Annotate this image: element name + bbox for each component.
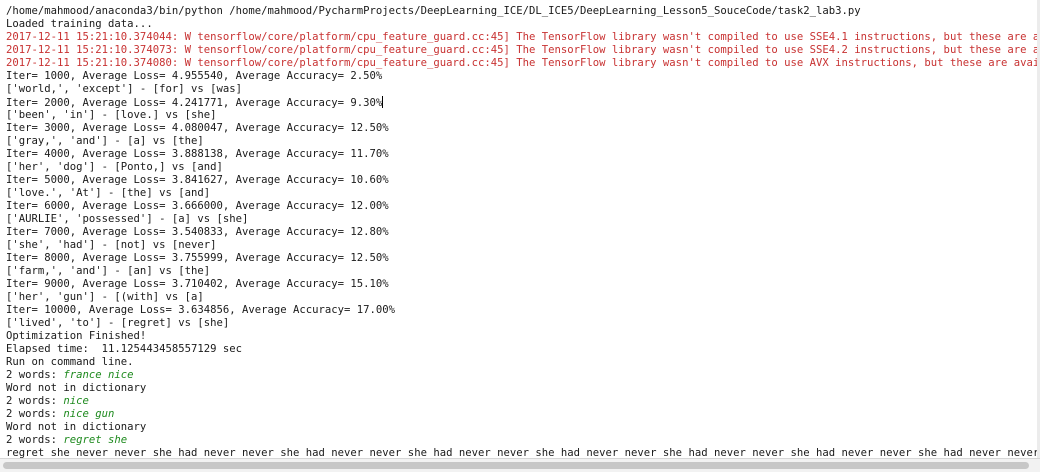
user-input-text: nice: [63, 395, 89, 407]
console-prompt-line: 2 words: regret she: [6, 434, 1040, 447]
console-line-text: ['AURLIE', 'possessed'] - [a] vs [she]: [6, 213, 249, 225]
console-line-text: ['her', 'dog'] - [Ponto,] vs [and]: [6, 161, 223, 173]
console-line: Loaded training data...: [6, 18, 1040, 31]
console-prompt-line: 2 words: nice: [6, 395, 1040, 408]
console-line-text: ['been', 'in'] - [love.] vs [she]: [6, 109, 217, 121]
user-input-text: nice gun: [63, 408, 115, 420]
console-line: ['farm,', 'and'] - [an] vs [the]: [6, 265, 1040, 278]
console-prompt-text: 2 words:: [6, 434, 64, 446]
console-line: ['her', 'dog'] - [Ponto,] vs [and]: [6, 161, 1040, 174]
console-line-text: 2017-12-11 15:21:10.374080: W tensorflow…: [6, 57, 1040, 69]
console-line: ['her', 'gun'] - [(with] vs [a]: [6, 291, 1040, 304]
console-prompt-text: 2 words:: [6, 408, 64, 420]
console-line: Iter= 1000, Average Loss= 4.955540, Aver…: [6, 70, 1040, 83]
console-text-area[interactable]: /home/mahmood/anaconda3/bin/python /home…: [6, 5, 1040, 472]
console-line-text: Iter= 6000, Average Loss= 3.666000, Aver…: [6, 200, 389, 212]
user-input-text: regret she: [63, 434, 128, 446]
console-line: ['lived', 'to'] - [regret] vs [she]: [6, 317, 1040, 330]
console-line: ['been', 'in'] - [love.] vs [she]: [6, 109, 1040, 122]
console-line-text: Iter= 3000, Average Loss= 4.080047, Aver…: [6, 122, 389, 134]
horizontal-scrollbar-thumb[interactable]: [3, 462, 1029, 469]
console-line-text: Iter= 9000, Average Loss= 3.710402, Aver…: [6, 278, 389, 290]
console-line: Optimization Finished!: [6, 330, 1040, 343]
console-line: ['love.', 'At'] - [the] vs [and]: [6, 187, 1040, 200]
console-line: Iter= 5000, Average Loss= 3.841627, Aver…: [6, 174, 1040, 187]
console-line-text: 2017-12-11 15:21:10.374044: W tensorflow…: [6, 31, 1040, 43]
console-line-text: Optimization Finished!: [6, 330, 147, 342]
console-line: ['world,', 'except'] - [for] vs [was]: [6, 83, 1040, 96]
console-prompt-text: 2 words:: [6, 395, 64, 407]
horizontal-scrollbar[interactable]: [0, 458, 1040, 472]
console-line: Iter= 6000, Average Loss= 3.666000, Aver…: [6, 200, 1040, 213]
console-line: Iter= 3000, Average Loss= 4.080047, Aver…: [6, 122, 1040, 135]
console-line-text: Loaded training data...: [6, 18, 153, 30]
user-input-text: france nice: [63, 369, 134, 381]
console-warning-line: 2017-12-11 15:21:10.374044: W tensorflow…: [6, 31, 1040, 44]
console-line-text: Iter= 8000, Average Loss= 3.755999, Aver…: [6, 252, 389, 264]
console-line: Word not in dictionary: [6, 382, 1040, 395]
console-line-text: Iter= 1000, Average Loss= 4.955540, Aver…: [6, 70, 383, 82]
console-line-text: ['her', 'gun'] - [(with] vs [a]: [6, 291, 204, 303]
console-line: Elapsed time: 11.125443458557129 sec: [6, 343, 1040, 356]
console-line-text: Word not in dictionary: [6, 421, 147, 433]
console-line: Word not in dictionary: [6, 421, 1040, 434]
console-warning-line: 2017-12-11 15:21:10.374073: W tensorflow…: [6, 44, 1040, 57]
console-line-text: /home/mahmood/anaconda3/bin/python /home…: [6, 5, 861, 17]
console-line-text: Iter= 2000, Average Loss= 4.241771, Aver…: [6, 97, 383, 109]
console-line-text: Word not in dictionary: [6, 382, 147, 394]
console-line-text: ['world,', 'except'] - [for] vs [was]: [6, 83, 242, 95]
console-prompt-line: 2 words: nice gun: [6, 408, 1040, 421]
console-line: Iter= 10000, Average Loss= 3.634856, Ave…: [6, 304, 1040, 317]
console-line-text: Elapsed time: 11.125443458557129 sec: [6, 343, 242, 355]
console-line-text: ['farm,', 'and'] - [an] vs [the]: [6, 265, 211, 277]
console-line: Run on command line.: [6, 356, 1040, 369]
console-warning-line: 2017-12-11 15:21:10.374080: W tensorflow…: [6, 57, 1040, 70]
run-console-output[interactable]: /home/mahmood/anaconda3/bin/python /home…: [0, 0, 1040, 472]
console-line: ['AURLIE', 'possessed'] - [a] vs [she]: [6, 213, 1040, 226]
console-line: Iter= 8000, Average Loss= 3.755999, Aver…: [6, 252, 1040, 265]
console-line-text: Iter= 4000, Average Loss= 3.888138, Aver…: [6, 148, 389, 160]
console-line: ['gray,', 'and'] - [a] vs [the]: [6, 135, 1040, 148]
console-line-text: Iter= 10000, Average Loss= 3.634856, Ave…: [6, 304, 396, 316]
console-line-text: ['lived', 'to'] - [regret] vs [she]: [6, 317, 230, 329]
console-line-text: ['love.', 'At'] - [the] vs [and]: [6, 187, 211, 199]
console-line: ['she', 'had'] - [not] vs [never]: [6, 239, 1040, 252]
console-line-text: ['she', 'had'] - [not] vs [never]: [6, 239, 217, 251]
console-line: Iter= 9000, Average Loss= 3.710402, Aver…: [6, 278, 1040, 291]
console-line: /home/mahmood/anaconda3/bin/python /home…: [6, 5, 1040, 18]
console-line-text: Run on command line.: [6, 356, 134, 368]
console-prompt-text: 2 words:: [6, 369, 64, 381]
console-line: Iter= 7000, Average Loss= 3.540833, Aver…: [6, 226, 1040, 239]
console-line-text: Iter= 7000, Average Loss= 3.540833, Aver…: [6, 226, 389, 238]
console-line: Iter= 2000, Average Loss= 4.241771, Aver…: [6, 96, 1040, 109]
console-line-text: Iter= 5000, Average Loss= 3.841627, Aver…: [6, 174, 389, 186]
console-line: Iter= 4000, Average Loss= 3.888138, Aver…: [6, 148, 1040, 161]
text-cursor: [382, 96, 384, 108]
console-prompt-line: 2 words: france nice: [6, 369, 1040, 382]
console-line-text: ['gray,', 'and'] - [a] vs [the]: [6, 135, 204, 147]
console-line-text: 2017-12-11 15:21:10.374073: W tensorflow…: [6, 44, 1040, 56]
